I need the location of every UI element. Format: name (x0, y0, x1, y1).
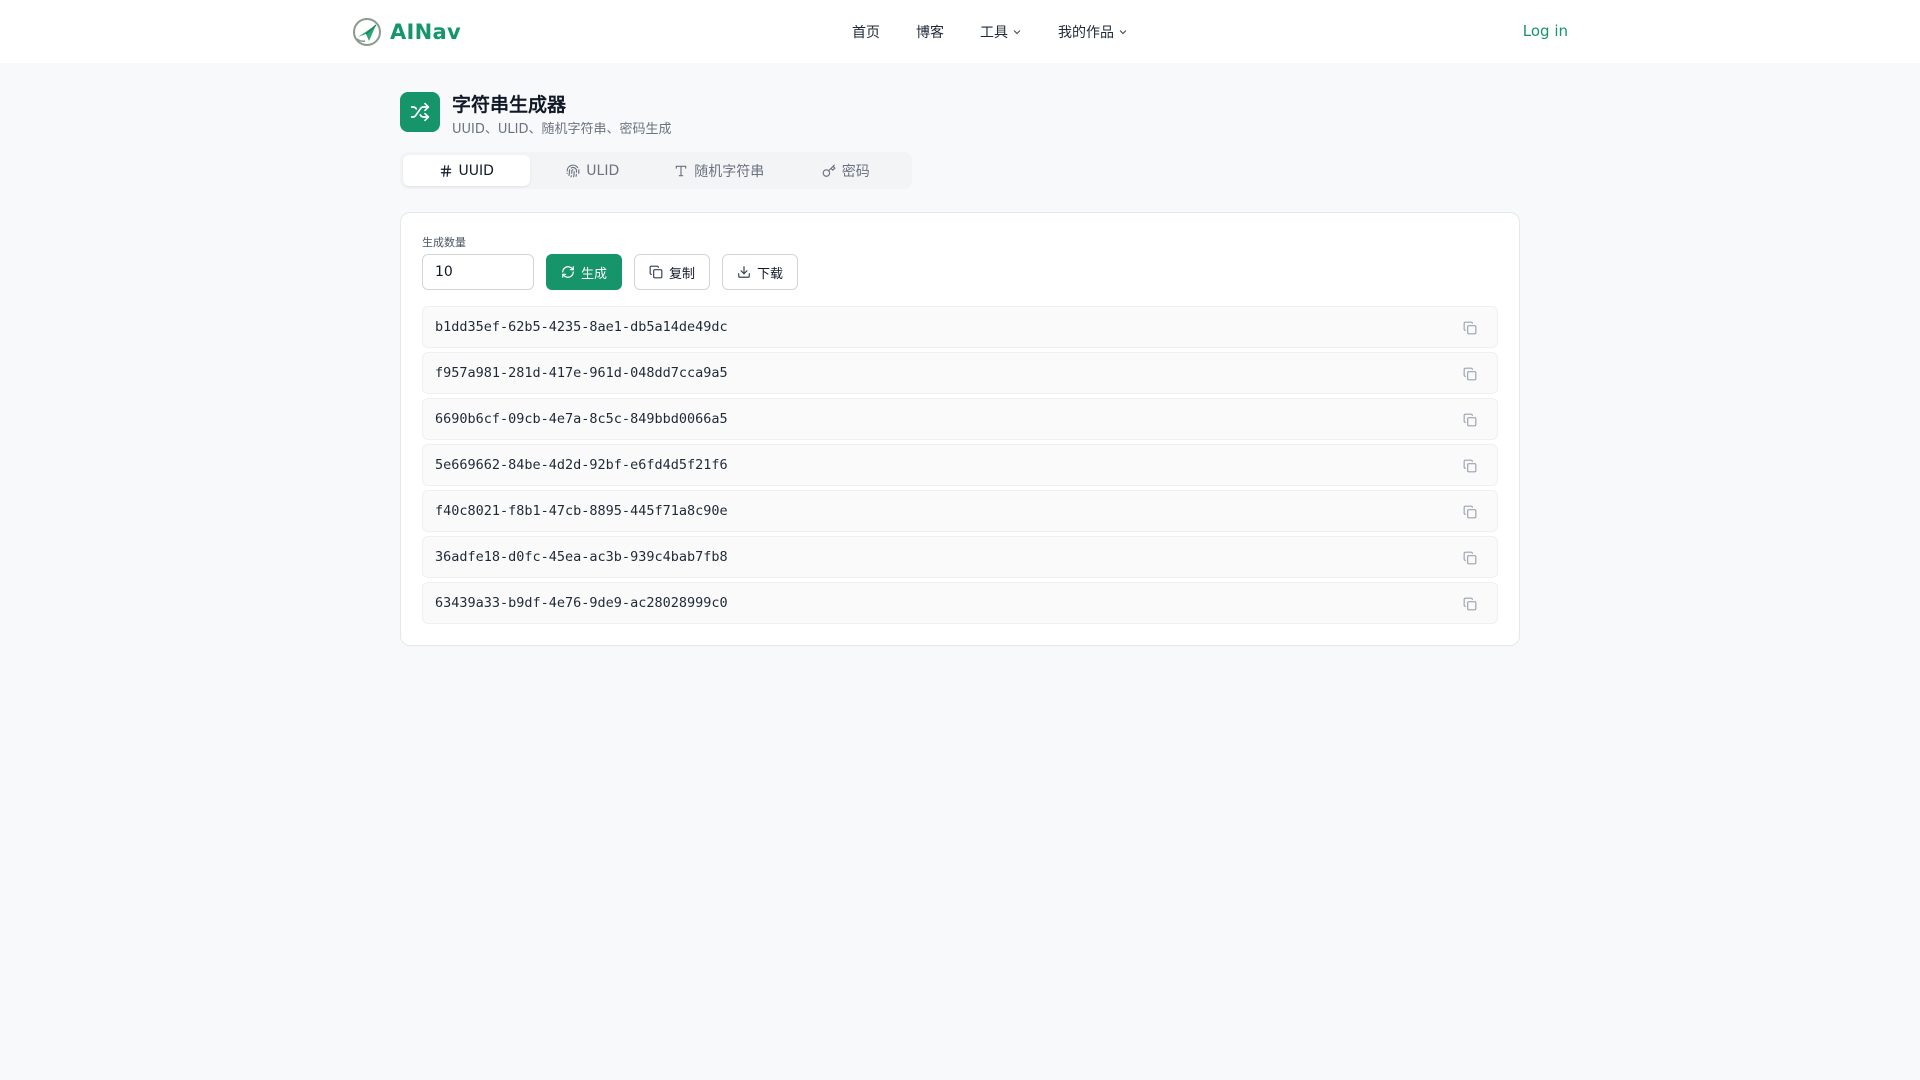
refresh-icon (562, 266, 574, 278)
fingerprint-icon (566, 164, 580, 177)
copy-row-button[interactable] (1462, 504, 1478, 520)
tab-label: 密码 (841, 163, 870, 180)
nav-item-label: 我的作品 (1058, 25, 1114, 41)
result-row: 6690b6cf-09cb-4e7a-8c5c-849bbd0066a5 (422, 398, 1498, 440)
copy-icon (1463, 413, 1477, 427)
logo-icon (353, 18, 381, 46)
uuid-value: 63439a33-b9df-4e76-9de9-ac28028999c0 (435, 595, 728, 611)
download-button[interactable]: 下载 (722, 254, 798, 290)
nav-item-label: 首页 (852, 25, 880, 41)
nav-item-home[interactable]: 首页 (852, 22, 880, 42)
generate-label: 生成 (580, 266, 607, 282)
result-row: f40c8021-f8b1-47cb-8895-445f71a8c90e (422, 490, 1498, 532)
result-row: 63439a33-b9df-4e76-9de9-ac28028999c0 (422, 582, 1498, 624)
generator-card: 生成数量 生成 复制 下载 b1dd35ef-62b5-4235-8ae1-db… (400, 212, 1520, 646)
login-link[interactable]: Log in (1523, 22, 1568, 40)
copy-row-button[interactable] (1462, 366, 1478, 382)
generate-button[interactable]: 生成 (546, 254, 622, 290)
generator-tabs: UUID ULID 随机字符串 密码 (400, 152, 912, 189)
tab-label: ULID (586, 162, 620, 179)
main-nav: 首页 博客 工具 我的作品 (852, 20, 1128, 44)
type-icon (676, 165, 687, 176)
uuid-value: f957a981-281d-417e-961d-048dd7cca9a5 (435, 365, 728, 381)
page-subtitle: UUID、ULID、随机字符串、密码生成 (452, 122, 672, 137)
uuid-value: 36adfe18-d0fc-45ea-ac3b-939c4bab7fb8 (435, 549, 728, 565)
result-row: b1dd35ef-62b5-4235-8ae1-db5a14de49dc (422, 306, 1498, 348)
shuffle-icon (410, 102, 430, 122)
copy-row-button[interactable] (1462, 412, 1478, 428)
copy-label: 复制 (668, 266, 695, 282)
copy-icon (1463, 597, 1477, 611)
results-list: b1dd35ef-62b5-4235-8ae1-db5a14de49dc f95… (422, 306, 1498, 628)
chevron-down-icon (1013, 30, 1021, 35)
copy-row-button[interactable] (1462, 550, 1478, 566)
copy-icon (1463, 551, 1477, 565)
copy-icon (1463, 459, 1477, 473)
tab-random-string[interactable]: 随机字符串 (656, 155, 783, 186)
result-row: 36adfe18-d0fc-45ea-ac3b-939c4bab7fb8 (422, 536, 1498, 578)
tab-uuid[interactable]: UUID (403, 155, 530, 186)
copy-row-button[interactable] (1462, 596, 1478, 612)
nav-item-tools[interactable]: 工具 (980, 22, 1022, 42)
nav-item-blog[interactable]: 博客 (916, 22, 944, 42)
copy-row-button[interactable] (1462, 458, 1478, 474)
top-nav-bar: AINav 首页 博客 工具 我的作品 Log in (0, 0, 1920, 63)
uuid-value: b1dd35ef-62b5-4235-8ae1-db5a14de49dc (435, 319, 728, 335)
copy-all-button[interactable]: 复制 (634, 254, 710, 290)
copy-row-button[interactable] (1462, 320, 1478, 336)
uuid-value: 5e669662-84be-4d2d-92bf-e6fd4d5f21f6 (435, 457, 728, 473)
copy-icon (649, 265, 663, 279)
page-icon (400, 92, 440, 132)
uuid-value: 6690b6cf-09cb-4e7a-8c5c-849bbd0066a5 (435, 411, 728, 427)
page-title: 字符串生成器 (452, 94, 567, 116)
nav-item-my-works[interactable]: 我的作品 (1058, 22, 1128, 42)
result-row: 5e669662-84be-4d2d-92bf-e6fd4d5f21f6 (422, 444, 1498, 486)
tab-password[interactable]: 密码 (783, 155, 910, 186)
count-input[interactable] (422, 254, 534, 290)
key-icon (822, 164, 836, 177)
copy-icon (1463, 367, 1477, 381)
uuid-value: f40c8021-f8b1-47cb-8895-445f71a8c90e (435, 503, 728, 519)
nav-item-label: 博客 (916, 25, 944, 41)
hash-icon (440, 164, 451, 177)
tab-label: UUID (458, 162, 494, 179)
brand-name: AINav (390, 20, 462, 44)
copy-icon (1463, 505, 1477, 519)
copy-icon (1463, 321, 1477, 335)
brand-logo[interactable]: AINav (352, 16, 461, 48)
chevron-down-icon (1119, 30, 1127, 35)
download-icon (738, 266, 750, 278)
tab-ulid[interactable]: ULID (530, 155, 657, 186)
count-label: 生成数量 (422, 236, 466, 249)
result-row: f957a981-281d-417e-961d-048dd7cca9a5 (422, 352, 1498, 394)
nav-item-label: 工具 (980, 25, 1008, 41)
download-label: 下载 (756, 266, 783, 282)
tab-label: 随机字符串 (694, 163, 765, 180)
